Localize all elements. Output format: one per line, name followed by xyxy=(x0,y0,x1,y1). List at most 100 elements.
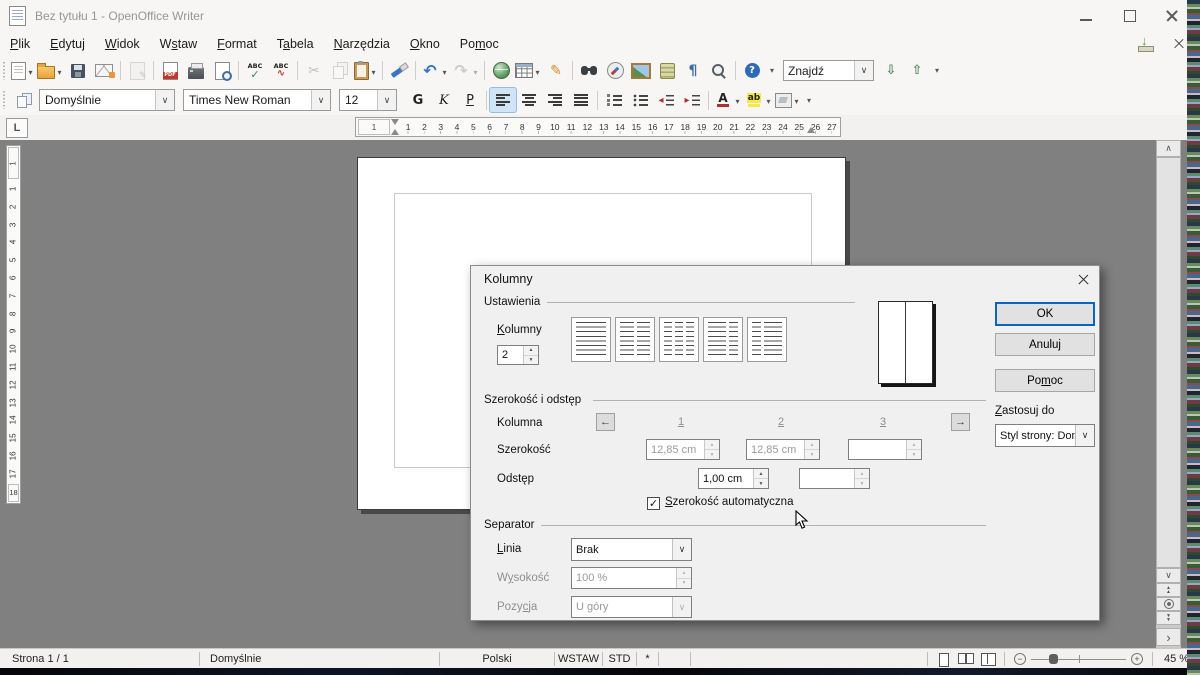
page-preview-button[interactable] xyxy=(209,59,235,83)
language-field[interactable]: Polski xyxy=(440,652,555,666)
preset-right-wide-button[interactable] xyxy=(747,317,787,362)
dropdown-caret-icon[interactable] xyxy=(369,64,378,78)
dropdown-caret-icon[interactable] xyxy=(533,64,542,78)
scroll-up-button[interactable] xyxy=(1156,140,1181,157)
navigation-button[interactable] xyxy=(1156,597,1181,611)
spacing-1-value[interactable]: 1,00 cm xyxy=(699,469,753,488)
menu-item-edytuj[interactable]: Edytuj xyxy=(40,34,95,54)
find-dropdown-button[interactable] xyxy=(854,61,873,80)
menu-item-plik[interactable]: Plik xyxy=(0,34,40,54)
zoom-button[interactable] xyxy=(706,59,732,83)
update-available-icon[interactable] xyxy=(1136,35,1156,53)
chevron-down-icon[interactable] xyxy=(377,90,396,110)
increase-indent-button[interactable] xyxy=(679,88,705,112)
zoom-out-button[interactable]: − xyxy=(1014,653,1026,665)
paste-button[interactable] xyxy=(353,59,379,83)
chevron-down-icon[interactable] xyxy=(155,90,174,110)
spin-down-button[interactable] xyxy=(754,479,768,488)
previous-column-button[interactable] xyxy=(596,413,615,431)
find-input[interactable] xyxy=(784,64,854,78)
preset-two-columns-button[interactable] xyxy=(615,317,655,362)
dropdown-caret-icon[interactable] xyxy=(55,64,64,78)
menu-item-wstaw[interactable]: Wstaw xyxy=(150,34,208,54)
spin-up-button[interactable] xyxy=(524,346,538,356)
columns-count-spinner[interactable]: 2 xyxy=(497,345,539,365)
right-indent-marker-icon[interactable] xyxy=(807,127,815,133)
bold-button[interactable]: G xyxy=(405,88,431,112)
menu-item-pomoc[interactable]: Pomoc xyxy=(450,34,509,54)
cancel-button[interactable]: Anuluj xyxy=(995,333,1095,356)
paragraph-style-combobox[interactable]: Domyślnie xyxy=(39,89,175,111)
table-button[interactable] xyxy=(514,59,543,83)
save-button[interactable] xyxy=(65,59,91,83)
decrease-indent-button[interactable] xyxy=(653,88,679,112)
menu-item-tabela[interactable]: Tabela xyxy=(267,34,324,54)
indent-marker-icon[interactable] xyxy=(391,118,400,136)
background-color-button[interactable] xyxy=(774,88,802,112)
draw-functions-button[interactable] xyxy=(543,59,569,83)
new-document-button[interactable] xyxy=(10,59,36,83)
find-next-button[interactable] xyxy=(878,59,904,83)
toolbar-grip[interactable] xyxy=(2,91,7,109)
help-button[interactable]: Pomoc xyxy=(995,369,1095,392)
italic-button[interactable]: K xyxy=(431,88,457,112)
auto-spellcheck-button[interactable] xyxy=(268,59,294,83)
book-view-icon[interactable] xyxy=(980,653,996,666)
open-button[interactable] xyxy=(36,59,65,83)
menu-item-widok[interactable]: Widok xyxy=(95,34,150,54)
apply-to-combobox[interactable]: Styl strony: Don xyxy=(995,424,1095,447)
toolbar-overflow-button[interactable] xyxy=(930,59,944,83)
menu-item-narzedzia[interactable]: Narzędzia xyxy=(324,34,400,54)
dropdown-caret-icon[interactable] xyxy=(764,93,773,107)
email-button[interactable] xyxy=(91,59,117,83)
dropdown-caret-icon[interactable] xyxy=(471,64,480,78)
zoom-slider[interactable] xyxy=(1031,653,1126,665)
page-style-field[interactable]: Domyślnie xyxy=(200,652,440,666)
underline-button[interactable]: P xyxy=(457,88,483,112)
data-sources-button[interactable] xyxy=(654,59,680,83)
highlighting-button[interactable] xyxy=(743,88,774,112)
dropdown-caret-icon[interactable] xyxy=(792,93,801,107)
toolbar-overflow-button[interactable] xyxy=(802,88,816,112)
single-page-view-icon[interactable] xyxy=(936,653,952,666)
horizontal-ruler[interactable]: 1 12345678910111213141516171819202122232… xyxy=(355,117,841,137)
columns-count-value[interactable]: 2 xyxy=(498,346,523,364)
preset-one-column-button[interactable] xyxy=(571,317,611,362)
toolbar-overflow-button[interactable] xyxy=(765,59,779,83)
previous-page-button[interactable] xyxy=(1156,583,1181,597)
scroll-down-button[interactable] xyxy=(1156,568,1181,583)
print-button[interactable] xyxy=(183,59,209,83)
menu-item-okno[interactable]: Okno xyxy=(400,34,450,54)
vertical-scrollbar[interactable] xyxy=(1156,140,1181,648)
selection-mode-field[interactable]: STD xyxy=(603,652,637,666)
ok-button[interactable]: OK xyxy=(995,302,1095,326)
toolbar-grip[interactable] xyxy=(2,62,7,80)
maximize-button[interactable] xyxy=(1122,8,1138,24)
vertical-ruler[interactable]: 1 123456789101112131415161718 xyxy=(6,145,21,504)
undo-button[interactable] xyxy=(419,59,450,83)
close-button[interactable] xyxy=(1164,8,1180,24)
align-center-button[interactable] xyxy=(516,88,542,112)
page-number-field[interactable]: Strona 1 / 1 xyxy=(0,652,200,666)
nonprinting-characters-button[interactable] xyxy=(680,59,706,83)
justify-button[interactable] xyxy=(568,88,594,112)
scrollbar-thumb[interactable] xyxy=(1156,157,1181,568)
spin-down-button[interactable] xyxy=(524,356,538,365)
bullet-list-button[interactable] xyxy=(627,88,653,112)
dropdown-caret-icon[interactable] xyxy=(733,93,742,107)
chevron-down-icon[interactable] xyxy=(1075,425,1094,446)
scroll-right-button[interactable] xyxy=(1156,628,1181,646)
minimize-button[interactable] xyxy=(1078,8,1094,24)
preset-left-wide-button[interactable] xyxy=(703,317,743,362)
tab-stop-selector[interactable] xyxy=(6,118,28,138)
multi-page-view-icon[interactable] xyxy=(958,653,974,666)
chevron-down-icon[interactable] xyxy=(311,90,330,110)
auto-width-checkbox[interactable] xyxy=(647,497,660,510)
font-name-combobox[interactable]: Times New Roman xyxy=(183,89,331,111)
preset-three-columns-button[interactable] xyxy=(659,317,699,362)
spacing-1-spinner[interactable]: 1,00 cm xyxy=(698,468,769,489)
find-replace-button[interactable] xyxy=(576,59,602,83)
align-left-button[interactable] xyxy=(490,88,516,112)
next-page-button[interactable] xyxy=(1156,611,1181,625)
next-column-button[interactable] xyxy=(951,413,970,431)
